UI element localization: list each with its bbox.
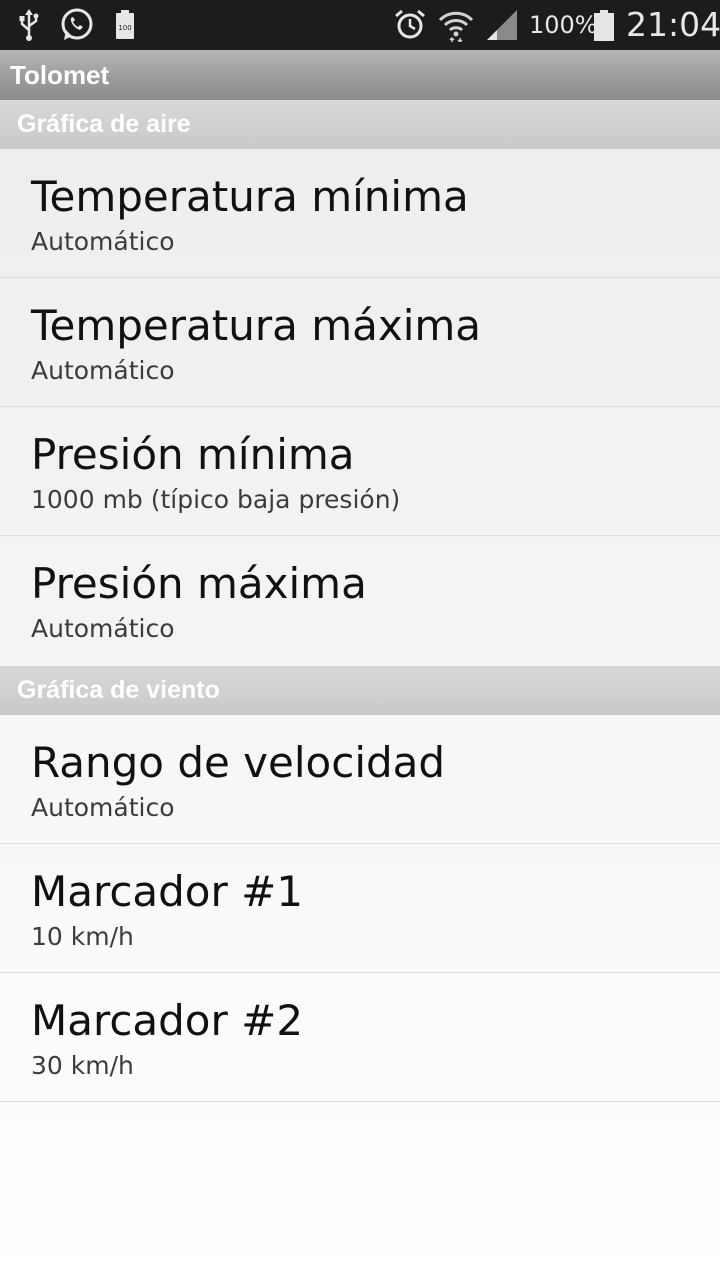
- wifi-icon: [436, 0, 476, 50]
- pref-max-pressure[interactable]: Presión máxima Automático: [0, 536, 720, 666]
- pref-marker-1[interactable]: Marcador #1 10 km/h: [0, 844, 720, 973]
- pref-summary: 1000 mb (típico baja presión): [31, 485, 401, 514]
- pref-title: Marcador #1: [31, 867, 304, 916]
- section-header-wind-chart: Gráfica de viento: [0, 666, 720, 715]
- pref-speed-range[interactable]: Rango de velocidad Automático: [0, 715, 720, 844]
- pref-summary: Automático: [31, 356, 175, 385]
- pref-min-pressure[interactable]: Presión mínima 1000 mb (típico baja pres…: [0, 407, 720, 536]
- pref-summary: 10 km/h: [31, 922, 134, 951]
- whatsapp-icon: [56, 0, 98, 50]
- pref-min-temperature[interactable]: Temperatura mínima Automático: [0, 149, 720, 278]
- screen: 100 100% 21:04 Tolomet Gráfica de aire T…: [0, 0, 720, 1280]
- pref-summary: 30 km/h: [31, 1051, 134, 1080]
- pref-summary: Automático: [31, 227, 175, 256]
- section-header-label: Gráfica de aire: [17, 110, 191, 138]
- alarm-icon: [392, 0, 428, 50]
- pref-marker-2[interactable]: Marcador #2 30 km/h: [0, 973, 720, 1102]
- section-header-label: Gráfica de viento: [17, 676, 220, 704]
- notification-battery-label: 100: [118, 24, 131, 32]
- pref-summary: Automático: [31, 793, 175, 822]
- status-time: 21:04: [626, 5, 720, 44]
- pref-title: Temperatura máxima: [31, 301, 482, 350]
- usb-icon: [14, 0, 44, 50]
- app-title: Tolomet: [10, 60, 110, 90]
- battery-full-notification-icon: 100: [112, 0, 138, 50]
- status-bar: 100 100% 21:04: [0, 0, 720, 50]
- action-bar: Tolomet: [0, 50, 720, 100]
- section-header-air-chart: Gráfica de aire: [0, 100, 720, 149]
- pref-title: Marcador #2: [31, 996, 304, 1045]
- battery-icon: [592, 0, 616, 50]
- pref-summary: Automático: [31, 614, 175, 643]
- pref-title: Temperatura mínima: [31, 172, 469, 221]
- pref-max-temperature[interactable]: Temperatura máxima Automático: [0, 278, 720, 407]
- signal-icon: [484, 0, 520, 50]
- pref-title: Rango de velocidad: [31, 738, 446, 787]
- battery-percent: 100%: [529, 11, 598, 39]
- pref-title: Presión mínima: [31, 430, 355, 479]
- pref-title: Presión máxima: [31, 559, 367, 608]
